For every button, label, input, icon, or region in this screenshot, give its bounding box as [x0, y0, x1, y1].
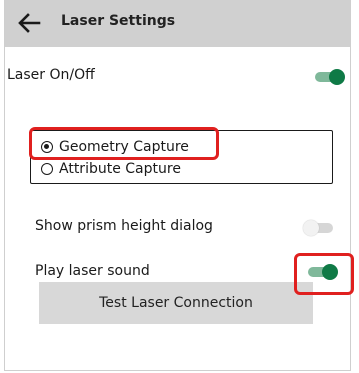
show-prism-height-dialog-toggle[interactable] — [303, 220, 337, 236]
radio-unselected-icon[interactable] — [41, 163, 53, 175]
attribute-capture-label: Attribute Capture — [59, 161, 181, 177]
laser-on-off-toggle[interactable] — [311, 69, 345, 85]
header-bar: Laser Settings — [5, 0, 350, 47]
show-prism-height-dialog-label: Show prism height dialog — [35, 218, 213, 234]
play-laser-sound-label: Play laser sound — [35, 263, 150, 279]
toggle-thumb — [303, 220, 319, 236]
geometry-capture-highlight — [29, 127, 219, 160]
attribute-capture-option[interactable]: Attribute Capture — [41, 161, 181, 177]
laser-on-off-label: Laser On/Off — [7, 67, 95, 83]
test-laser-connection-button[interactable]: Test Laser Connection — [39, 282, 313, 324]
arrow-left-icon[interactable] — [17, 13, 41, 33]
page-title: Laser Settings — [61, 13, 176, 29]
laser-settings-panel: Laser Settings Laser On/Off Geometry Cap… — [4, 0, 351, 371]
play-laser-sound-highlight — [294, 253, 354, 295]
toggle-thumb — [329, 69, 345, 85]
